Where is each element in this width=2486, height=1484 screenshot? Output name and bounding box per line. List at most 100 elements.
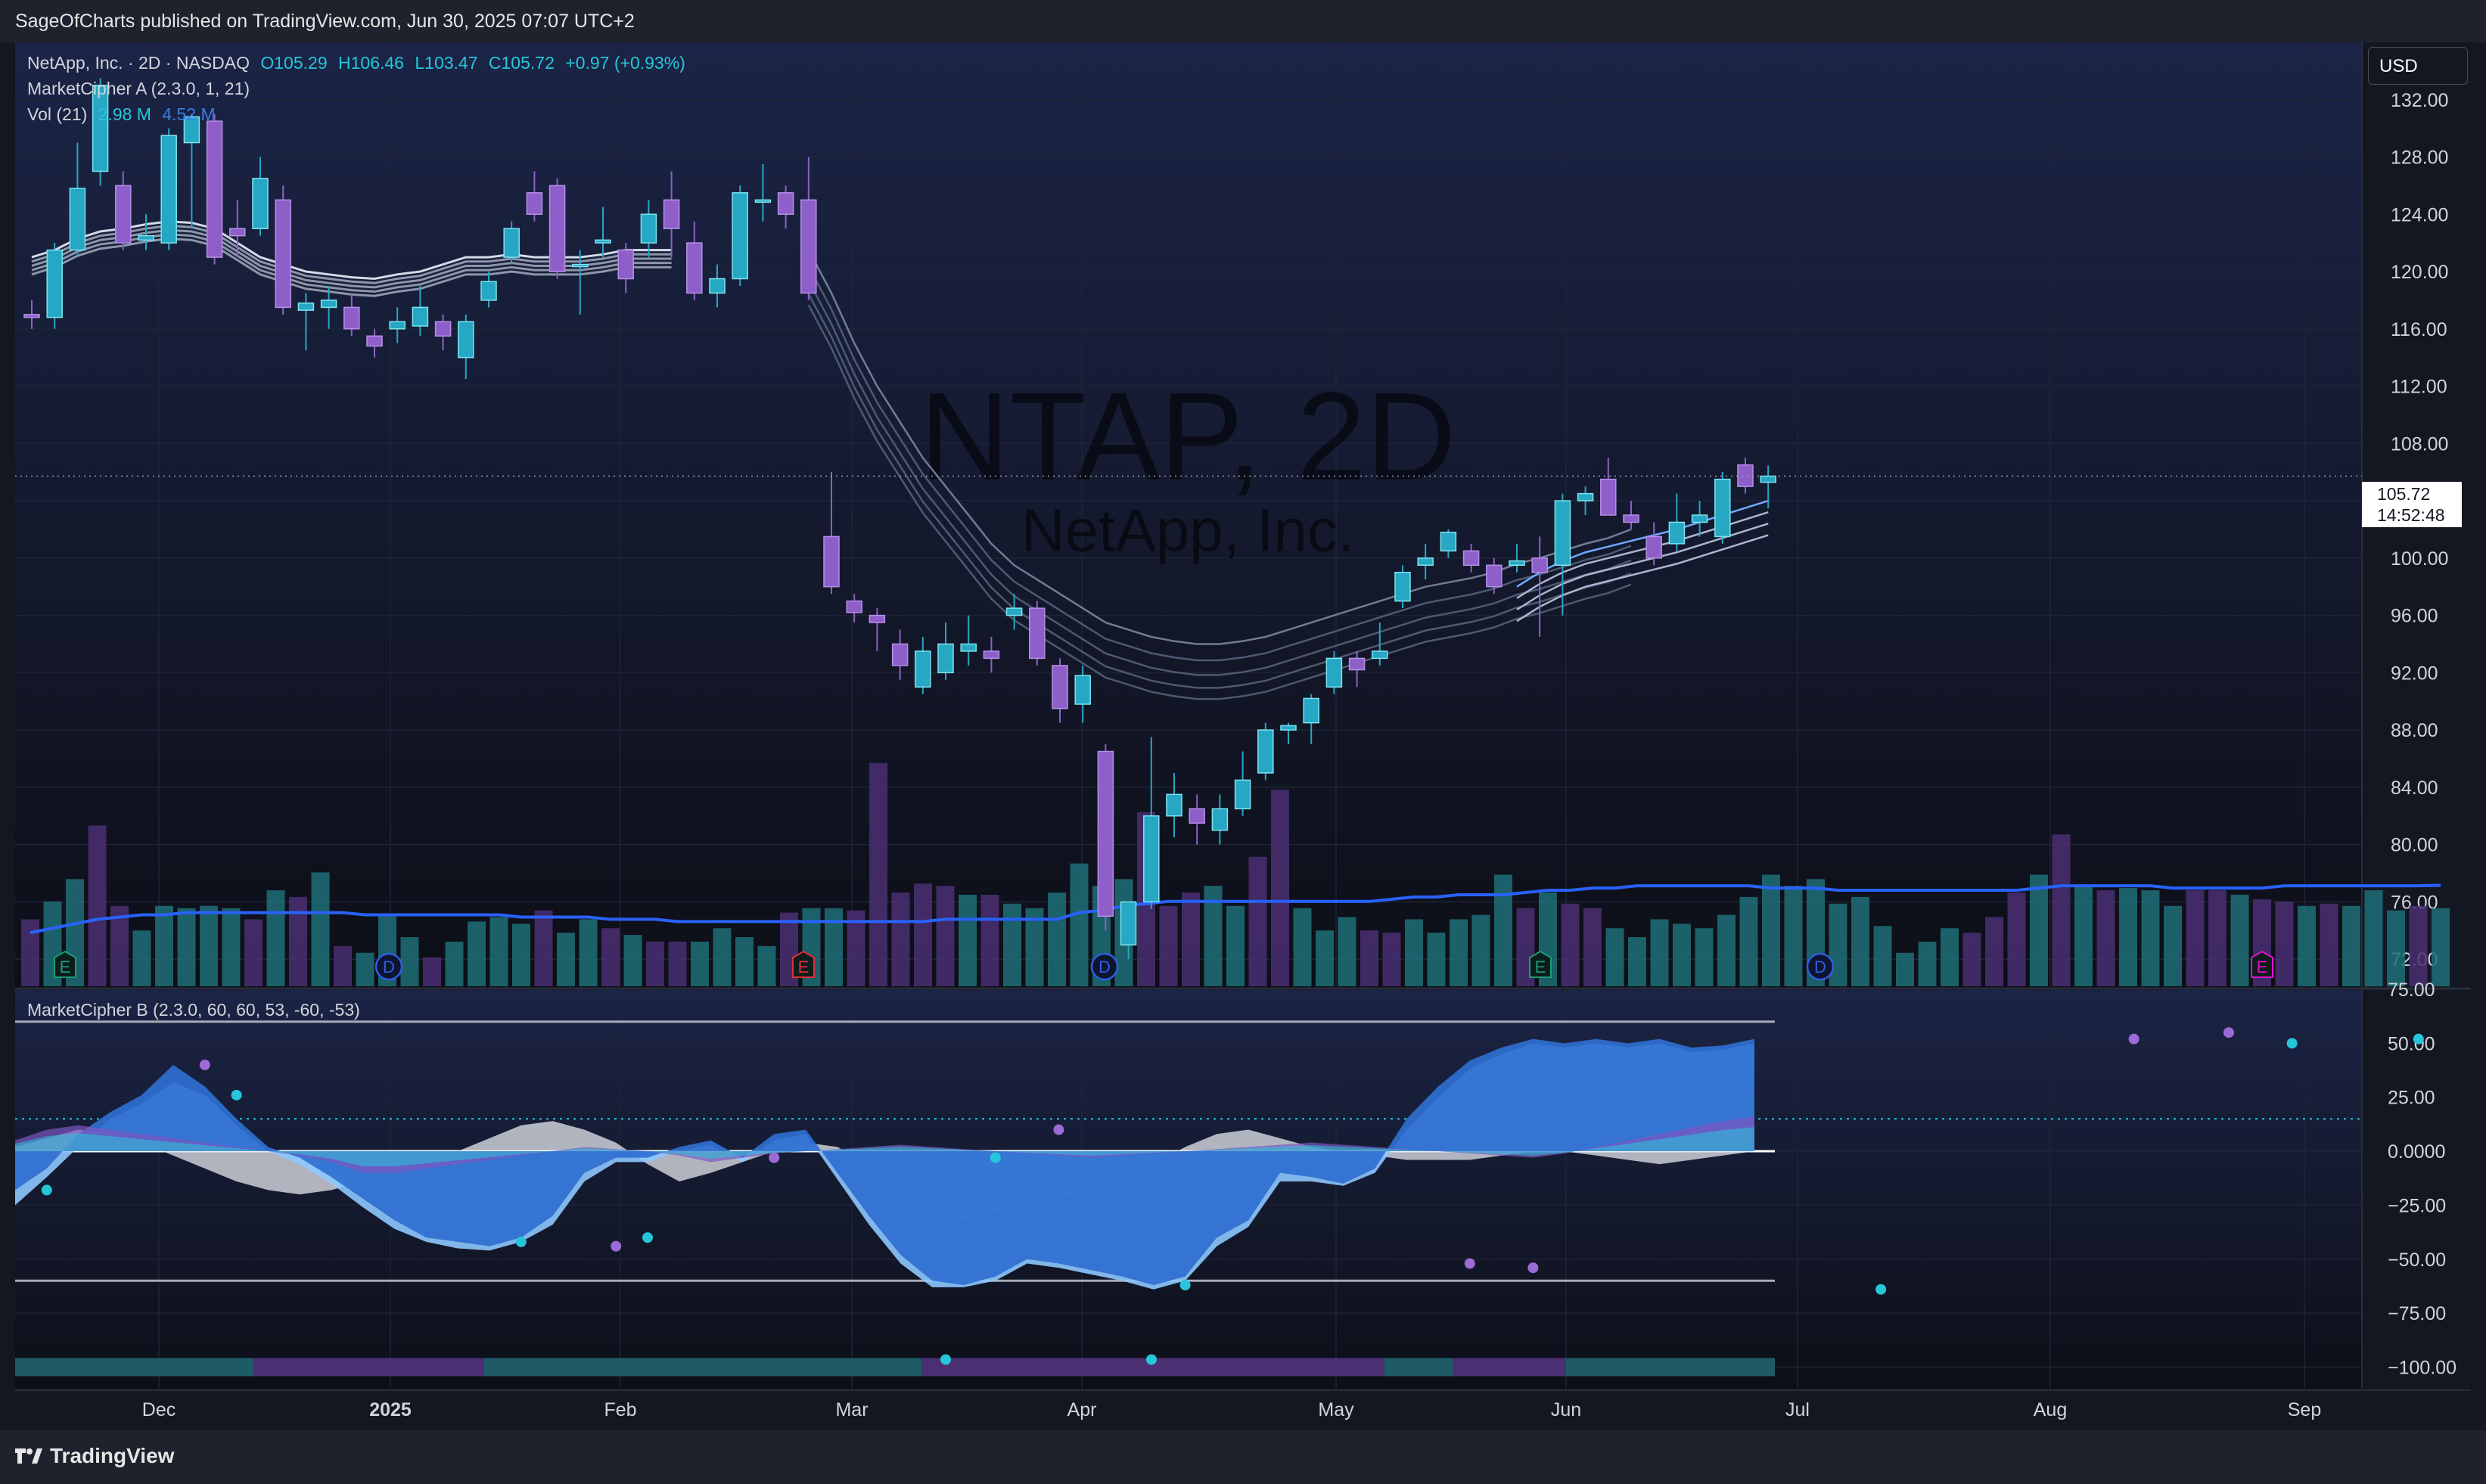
price-axis-label: 92.00 [2391,663,2438,684]
candle-body [1372,650,1388,660]
sell-signal-dot [611,1240,622,1252]
volume-bar [1248,856,1267,986]
price-axis-label: 96.00 [2391,606,2438,627]
event-marker-label: E [1535,958,1546,976]
volume-bar [400,937,419,986]
last-price-value: 105.72 [2377,484,2431,504]
volume-bar [1293,908,1312,986]
legend-indicator-a[interactable]: MarketCipher A (2.3.0, 1, 21) [27,79,250,99]
chart-area[interactable]: Dec 2025 Feb Mar Apr May Jun Jul Aug Sep 132.00 128… [15,42,2471,1430]
volume-bar [2364,890,2383,986]
buy-signal-dot [41,1184,52,1196]
volume-bar [2074,886,2093,986]
volume-bar [334,945,352,986]
time-axis-label: Jun [1551,1399,1581,1420]
osc-axis-label: 75.00 [2388,980,2435,1001]
volume-bar [1851,896,1869,986]
candle-body [915,650,931,688]
sell-signal-dot [2128,1033,2140,1045]
volume-bar [579,919,598,986]
event-marker-label: D [1099,958,1111,976]
candle-body [1189,808,1205,824]
bar-countdown: 14:52:48 [2377,505,2445,525]
legend-symbol[interactable]: NetApp, Inc. · 2D · NASDAQ [27,53,250,73]
legend-indicator-b[interactable]: MarketCipher B (2.3.0, 60, 60, 53, -60, … [27,1000,360,1020]
volume-bar [1494,874,1512,986]
volume-bar [423,957,441,986]
volume-bar [2007,893,2026,986]
buy-signal-dot [642,1232,653,1243]
osc-strip-segment [253,1358,484,1377]
price-axis-label: 120.00 [2391,262,2448,283]
time-axis-label: Sep [2288,1399,2321,1420]
volume-bar [601,928,620,986]
candle-body [1440,531,1457,552]
volume-bar [914,883,932,986]
volume-bar [1226,905,1245,986]
legend-change: +0.97 (+0.93%) [565,53,685,73]
time-axis-label: May [1318,1399,1354,1420]
osc-strip-segment [1453,1358,1566,1377]
last-price-tag: 105.72 14:52:48 [2362,482,2462,527]
candle-body [595,239,611,244]
candle-body [1645,536,1662,559]
volume-bar [311,872,330,986]
legend-close: C105.72 [488,53,555,73]
sell-signal-dot [1464,1258,1475,1269]
osc-strip-segment [1384,1358,1453,1377]
candle-body [1303,697,1319,724]
volume-bar [2141,890,2160,986]
volume-bar [757,945,776,986]
volume-bar [21,919,39,986]
candle-body [754,199,772,203]
volume-bar [1450,919,1468,986]
volume-bar [155,905,173,986]
volume-bar [623,935,642,986]
volume-value: 2.98 M [98,104,151,124]
candle-body [1257,729,1274,774]
legend-low: L103.47 [415,53,478,73]
candle-body [1074,675,1091,705]
osc-axis-label: −50.00 [2388,1250,2446,1271]
volume-bar [1673,924,1691,986]
osc-axis-label: −100.00 [2388,1357,2456,1378]
tradingview-brand[interactable]: TradingView [50,1444,174,1468]
volume-bar [2052,834,2071,986]
volume-bar [2320,903,2338,986]
candle-body [1417,557,1434,567]
volume-bar [356,952,374,986]
volume-bar [2030,874,2048,986]
osc-axis-label: −25.00 [2388,1195,2446,1216]
candle-body [640,213,657,244]
volume-bar [2298,905,2316,986]
candle-body [1691,514,1708,523]
candle-body [480,281,497,301]
candle-body [869,614,886,623]
sell-signal-dot [1527,1262,1539,1274]
volume-bar [959,894,977,986]
candle-body [1600,478,1617,516]
chart-canvas[interactable]: Dec 2025 Feb Mar Apr May Jun Jul Aug Sep 132.00 128… [15,42,2471,1430]
volume-bar [1985,917,2003,986]
candle-body [206,120,223,258]
volume-bar [1605,928,1624,986]
volume-bar [1873,926,1892,986]
watermark-company: NetApp, Inc. [1021,496,1354,563]
volume-bar [2208,890,2227,986]
volume-bar [1338,917,1356,986]
candle-body [526,192,543,216]
volume-bar [1784,886,1803,986]
volume-bar [735,937,754,986]
candle-body [115,185,132,244]
price-axis-label: 100.00 [2391,548,2448,570]
currency-selector[interactable]: USD [2368,47,2468,85]
candle-body [275,199,291,309]
candle-body [1029,607,1046,660]
volume-bar [289,896,307,986]
tradingview-logo-icon[interactable] [15,1447,42,1465]
candle-body [572,263,589,268]
legend-open: O105.29 [260,53,328,73]
legend-volume[interactable]: Vol (21) 2.98 M 4.52 M [27,104,216,125]
volume-bar [2387,910,2405,986]
candle-body [1509,560,1525,567]
